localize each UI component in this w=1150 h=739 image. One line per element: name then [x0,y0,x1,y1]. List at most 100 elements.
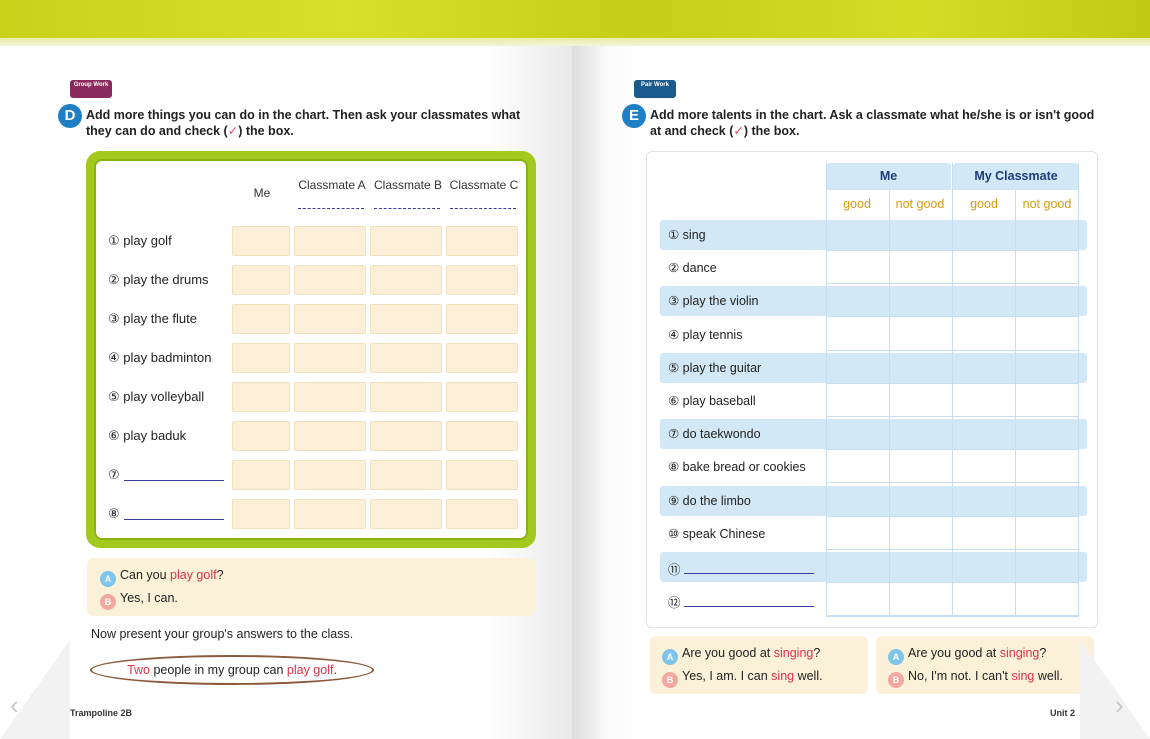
right-table-row [660,585,1087,615]
grid-line [826,616,1079,617]
dialog1-b-highlight: sing [771,669,795,683]
right-row-label: ④ play tennis [668,327,743,342]
check-box-cell[interactable] [232,304,290,334]
instruction-line-1: Add more things you can do in the chart.… [86,108,521,122]
instruction-line-2b: ) the box. [238,124,294,138]
speaker-a-icon: A [888,649,904,665]
activity-e-marker: E [622,104,646,128]
pair-work-badge: Pair Work [634,80,676,98]
check-box-cell[interactable] [294,343,366,373]
check-box-cell[interactable] [370,265,442,295]
name-blank-b[interactable] [374,208,440,209]
activity-e-instruction: Add more talents in the chart. Ask a cla… [650,107,1110,139]
dialog2-line-b: B No, I'm not. I can't sing well. [888,669,1063,688]
check-box-cell[interactable] [446,460,518,490]
left-row-label: ① play golf [108,233,172,248]
check-box-cell[interactable] [370,304,442,334]
bubble-end: . [333,663,337,677]
right-table-row [660,220,1087,250]
dialog2-b-text: No, I'm not. I can't [908,669,1012,683]
check-box-cell[interactable] [446,382,518,412]
check-box-cell[interactable] [294,304,366,334]
bubble-text: people in my group can [150,663,287,677]
check-box-cell[interactable] [232,421,290,451]
check-box-cell[interactable] [370,343,442,373]
left-row-label: ④ play badminton [108,350,212,365]
check-box-cell[interactable] [370,460,442,490]
instruction-line-2a: at and check ( [650,124,734,138]
left-row-label: ② play the drums [108,272,209,287]
group-header-my-classmate: My Classmate [953,163,1079,190]
next-page-arrow-icon[interactable]: › [1115,690,1124,721]
left-row-label: ⑧ [108,506,120,521]
dialog-a-text: Can you [120,568,171,582]
subheader-me-not-good: not good [895,197,945,211]
check-box-cell[interactable] [370,226,442,256]
right-row-label: ⑧ bake bread or cookies [668,460,806,475]
unit-footer: Unit 2 [1050,708,1076,718]
grid-line [1015,190,1016,616]
prev-page-arrow-icon[interactable]: ‹ [10,690,19,721]
name-blank-a[interactable] [298,208,364,209]
right-row-label: ⑥ play baseball [668,394,756,408]
right-row-label: ⑤ play the guitar [668,360,762,375]
check-box-cell[interactable] [232,499,290,529]
check-box-cell[interactable] [294,421,366,451]
check-box-cell[interactable] [446,421,518,451]
group-header-me: Me [826,163,951,190]
check-box-cell[interactable] [232,343,290,373]
header-me: Me [253,186,271,200]
check-box-cell[interactable] [294,499,366,529]
speaker-b-icon: B [888,672,904,688]
write-in-blank[interactable] [684,606,814,608]
activity-d-instruction: Add more things you can do in the chart.… [86,107,536,139]
grid-line [826,163,827,616]
bubble-highlight-1: Two [127,663,150,677]
dialog2-b-highlight: sing [1011,669,1035,683]
right-table-row [660,552,1087,582]
dialog2-a-highlight: singing [999,646,1040,660]
grid-line [889,190,890,616]
right-row-label: ③ play the violin [668,294,759,309]
header-classmate-a: Classmate A [298,178,366,192]
name-blank-c[interactable] [450,208,516,209]
dialog1-b-end: well. [794,669,823,683]
check-box-cell[interactable] [370,382,442,412]
instruction-line-1: Add more talents in the chart. Ask a cla… [650,108,1095,122]
check-box-cell[interactable] [446,499,518,529]
dialog1-line-b: B Yes, I am. I can sing well. [662,669,823,688]
dialog1-line-a: A Are you good at singing? [662,646,820,665]
checkmark-icon: ✓ [733,124,744,138]
check-box-cell[interactable] [370,421,442,451]
check-box-cell[interactable] [232,382,290,412]
check-box-cell[interactable] [446,304,518,334]
check-box-cell[interactable] [370,499,442,529]
check-box-cell[interactable] [232,265,290,295]
check-box-cell[interactable] [294,382,366,412]
check-box-cell[interactable] [232,460,290,490]
speaker-b-icon: B [662,672,678,688]
speaker-a-icon: A [100,571,116,587]
dialog2-b-end: well. [1034,669,1063,683]
dialog1-a-end: ? [813,646,821,660]
right-row-label: ⑫ [668,596,681,611]
header-classmate-c: Classmate C [449,178,519,192]
right-row-label: ⑦ do taekwondo [668,427,761,442]
write-in-blank[interactable] [124,480,224,481]
check-box-cell[interactable] [446,265,518,295]
check-box-cell[interactable] [294,265,366,295]
write-in-blank[interactable] [124,519,224,520]
check-box-cell[interactable] [294,226,366,256]
check-box-cell[interactable] [446,343,518,373]
write-in-blank[interactable] [684,573,814,574]
bubble-highlight-2: play golf [286,663,334,677]
check-box-cell[interactable] [232,226,290,256]
check-box-cell[interactable] [294,460,366,490]
check-box-cell[interactable] [446,226,518,256]
right-row-label: ⑨ do the limbo [668,493,751,508]
dialog2-line-a: A Are you good at singing? [888,646,1046,665]
dialog-a-highlight: play golf [170,568,217,582]
checkmark-icon: ✓ [227,124,239,138]
dialog2-a-end: ? [1039,646,1047,660]
dialog-a-end: ? [216,568,224,582]
